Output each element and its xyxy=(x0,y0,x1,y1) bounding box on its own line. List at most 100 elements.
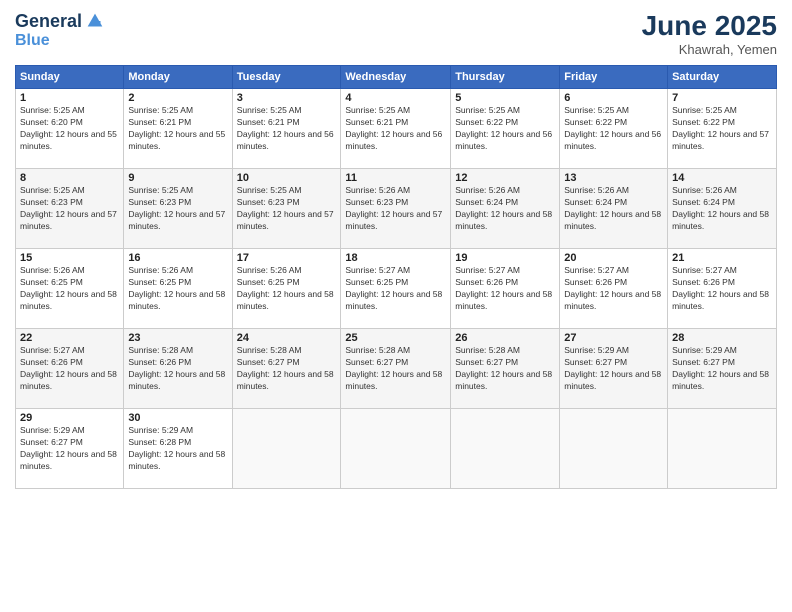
calendar-cell: 8Sunrise: 5:25 AM Sunset: 6:23 PM Daylig… xyxy=(16,169,124,249)
day-info: Sunrise: 5:26 AM Sunset: 6:25 PM Dayligh… xyxy=(237,265,337,313)
day-info: Sunrise: 5:25 AM Sunset: 6:23 PM Dayligh… xyxy=(237,185,337,233)
day-info: Sunrise: 5:27 AM Sunset: 6:26 PM Dayligh… xyxy=(455,265,555,313)
calendar-cell: 20Sunrise: 5:27 AM Sunset: 6:26 PM Dayli… xyxy=(560,249,668,329)
calendar-page: General Blue June 2025 Khawrah, Yemen Su… xyxy=(0,0,792,612)
calendar-cell xyxy=(451,409,560,489)
day-number: 8 xyxy=(20,172,119,184)
calendar-cell: 2Sunrise: 5:25 AM Sunset: 6:21 PM Daylig… xyxy=(124,89,232,169)
calendar-cell: 24Sunrise: 5:28 AM Sunset: 6:27 PM Dayli… xyxy=(232,329,341,409)
calendar-cell: 28Sunrise: 5:29 AM Sunset: 6:27 PM Dayli… xyxy=(668,329,777,409)
weekday-header: Wednesday xyxy=(341,66,451,89)
day-info: Sunrise: 5:25 AM Sunset: 6:21 PM Dayligh… xyxy=(237,105,337,153)
day-number: 25 xyxy=(345,332,446,344)
day-number: 10 xyxy=(237,172,337,184)
day-info: Sunrise: 5:29 AM Sunset: 6:28 PM Dayligh… xyxy=(128,425,227,473)
calendar-cell: 19Sunrise: 5:27 AM Sunset: 6:26 PM Dayli… xyxy=(451,249,560,329)
day-info: Sunrise: 5:26 AM Sunset: 6:23 PM Dayligh… xyxy=(345,185,446,233)
calendar-cell: 21Sunrise: 5:27 AM Sunset: 6:26 PM Dayli… xyxy=(668,249,777,329)
calendar-cell: 6Sunrise: 5:25 AM Sunset: 6:22 PM Daylig… xyxy=(560,89,668,169)
calendar-cell: 12Sunrise: 5:26 AM Sunset: 6:24 PM Dayli… xyxy=(451,169,560,249)
day-info: Sunrise: 5:27 AM Sunset: 6:25 PM Dayligh… xyxy=(345,265,446,313)
day-info: Sunrise: 5:25 AM Sunset: 6:22 PM Dayligh… xyxy=(455,105,555,153)
day-number: 9 xyxy=(128,172,227,184)
calendar-cell: 5Sunrise: 5:25 AM Sunset: 6:22 PM Daylig… xyxy=(451,89,560,169)
day-number: 26 xyxy=(455,332,555,344)
day-number: 16 xyxy=(128,252,227,264)
day-number: 11 xyxy=(345,172,446,184)
calendar-cell: 13Sunrise: 5:26 AM Sunset: 6:24 PM Dayli… xyxy=(560,169,668,249)
day-info: Sunrise: 5:28 AM Sunset: 6:27 PM Dayligh… xyxy=(345,345,446,393)
day-info: Sunrise: 5:28 AM Sunset: 6:26 PM Dayligh… xyxy=(128,345,227,393)
calendar-cell xyxy=(341,409,451,489)
day-number: 20 xyxy=(564,252,663,264)
day-number: 2 xyxy=(128,92,227,104)
calendar-cell: 18Sunrise: 5:27 AM Sunset: 6:25 PM Dayli… xyxy=(341,249,451,329)
calendar-cell: 26Sunrise: 5:28 AM Sunset: 6:27 PM Dayli… xyxy=(451,329,560,409)
day-info: Sunrise: 5:25 AM Sunset: 6:23 PM Dayligh… xyxy=(20,185,119,233)
day-info: Sunrise: 5:26 AM Sunset: 6:24 PM Dayligh… xyxy=(455,185,555,233)
day-number: 21 xyxy=(672,252,772,264)
title-area: June 2025 Khawrah, Yemen xyxy=(642,10,777,57)
calendar-cell: 23Sunrise: 5:28 AM Sunset: 6:26 PM Dayli… xyxy=(124,329,232,409)
weekday-header: Thursday xyxy=(451,66,560,89)
day-info: Sunrise: 5:29 AM Sunset: 6:27 PM Dayligh… xyxy=(564,345,663,393)
day-number: 24 xyxy=(237,332,337,344)
day-number: 29 xyxy=(20,412,119,424)
day-number: 27 xyxy=(564,332,663,344)
calendar-cell: 22Sunrise: 5:27 AM Sunset: 6:26 PM Dayli… xyxy=(16,329,124,409)
day-number: 4 xyxy=(345,92,446,104)
day-info: Sunrise: 5:26 AM Sunset: 6:24 PM Dayligh… xyxy=(564,185,663,233)
day-number: 5 xyxy=(455,92,555,104)
day-info: Sunrise: 5:25 AM Sunset: 6:21 PM Dayligh… xyxy=(345,105,446,153)
calendar-cell: 17Sunrise: 5:26 AM Sunset: 6:25 PM Dayli… xyxy=(232,249,341,329)
calendar-cell xyxy=(232,409,341,489)
calendar-cell: 9Sunrise: 5:25 AM Sunset: 6:23 PM Daylig… xyxy=(124,169,232,249)
day-info: Sunrise: 5:28 AM Sunset: 6:27 PM Dayligh… xyxy=(455,345,555,393)
day-info: Sunrise: 5:25 AM Sunset: 6:21 PM Dayligh… xyxy=(128,105,227,153)
day-number: 18 xyxy=(345,252,446,264)
day-info: Sunrise: 5:26 AM Sunset: 6:24 PM Dayligh… xyxy=(672,185,772,233)
day-info: Sunrise: 5:26 AM Sunset: 6:25 PM Dayligh… xyxy=(20,265,119,313)
day-info: Sunrise: 5:26 AM Sunset: 6:25 PM Dayligh… xyxy=(128,265,227,313)
day-number: 3 xyxy=(237,92,337,104)
weekday-header: Friday xyxy=(560,66,668,89)
day-info: Sunrise: 5:27 AM Sunset: 6:26 PM Dayligh… xyxy=(672,265,772,313)
weekday-header: Monday xyxy=(124,66,232,89)
calendar-cell: 1Sunrise: 5:25 AM Sunset: 6:20 PM Daylig… xyxy=(16,89,124,169)
calendar-cell: 16Sunrise: 5:26 AM Sunset: 6:25 PM Dayli… xyxy=(124,249,232,329)
day-number: 19 xyxy=(455,252,555,264)
day-number: 22 xyxy=(20,332,119,344)
day-number: 12 xyxy=(455,172,555,184)
day-info: Sunrise: 5:25 AM Sunset: 6:22 PM Dayligh… xyxy=(672,105,772,153)
weekday-header: Tuesday xyxy=(232,66,341,89)
day-info: Sunrise: 5:28 AM Sunset: 6:27 PM Dayligh… xyxy=(237,345,337,393)
day-info: Sunrise: 5:27 AM Sunset: 6:26 PM Dayligh… xyxy=(564,265,663,313)
day-info: Sunrise: 5:27 AM Sunset: 6:26 PM Dayligh… xyxy=(20,345,119,393)
calendar-cell: 4Sunrise: 5:25 AM Sunset: 6:21 PM Daylig… xyxy=(341,89,451,169)
header: General Blue June 2025 Khawrah, Yemen xyxy=(15,10,777,57)
logo: General Blue xyxy=(15,10,106,50)
calendar-table: SundayMondayTuesdayWednesdayThursdayFrid… xyxy=(15,65,777,489)
weekday-header: Sunday xyxy=(16,66,124,89)
day-number: 14 xyxy=(672,172,772,184)
calendar-cell: 25Sunrise: 5:28 AM Sunset: 6:27 PM Dayli… xyxy=(341,329,451,409)
calendar-cell: 10Sunrise: 5:25 AM Sunset: 6:23 PM Dayli… xyxy=(232,169,341,249)
day-info: Sunrise: 5:25 AM Sunset: 6:22 PM Dayligh… xyxy=(564,105,663,153)
calendar-cell xyxy=(560,409,668,489)
day-info: Sunrise: 5:29 AM Sunset: 6:27 PM Dayligh… xyxy=(672,345,772,393)
calendar-cell: 30Sunrise: 5:29 AM Sunset: 6:28 PM Dayli… xyxy=(124,409,232,489)
day-info: Sunrise: 5:25 AM Sunset: 6:20 PM Dayligh… xyxy=(20,105,119,153)
day-number: 1 xyxy=(20,92,119,104)
day-number: 23 xyxy=(128,332,227,344)
logo-text: General xyxy=(15,12,82,30)
day-number: 15 xyxy=(20,252,119,264)
day-number: 30 xyxy=(128,412,227,424)
location: Khawrah, Yemen xyxy=(642,42,777,57)
calendar-cell: 7Sunrise: 5:25 AM Sunset: 6:22 PM Daylig… xyxy=(668,89,777,169)
weekday-header: Saturday xyxy=(668,66,777,89)
day-info: Sunrise: 5:25 AM Sunset: 6:23 PM Dayligh… xyxy=(128,185,227,233)
calendar-cell: 14Sunrise: 5:26 AM Sunset: 6:24 PM Dayli… xyxy=(668,169,777,249)
logo-icon xyxy=(84,10,106,32)
day-number: 28 xyxy=(672,332,772,344)
day-number: 17 xyxy=(237,252,337,264)
